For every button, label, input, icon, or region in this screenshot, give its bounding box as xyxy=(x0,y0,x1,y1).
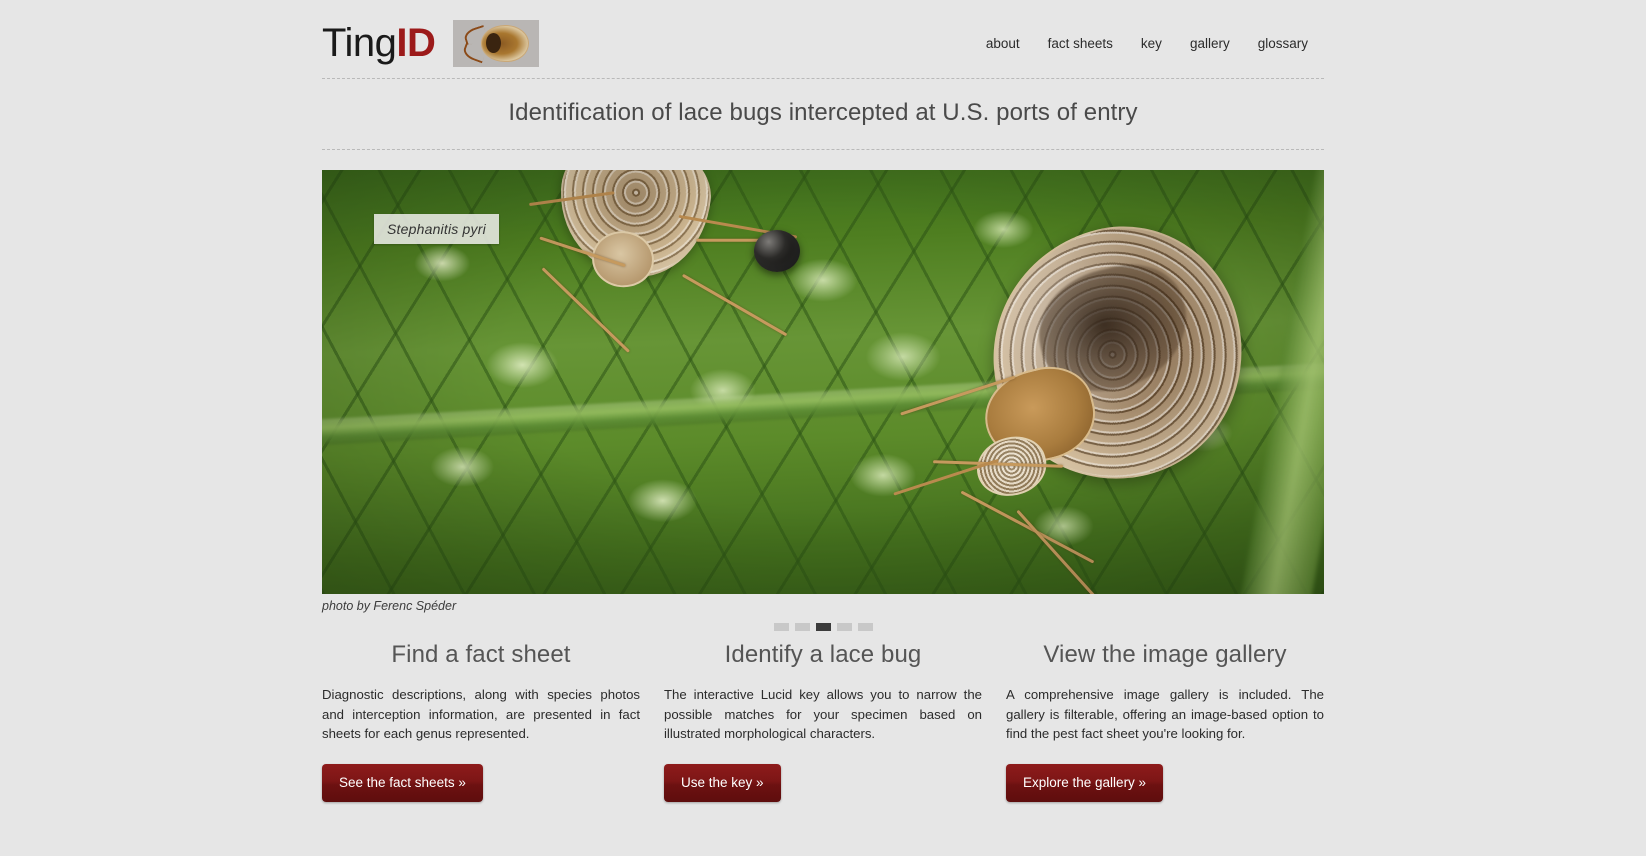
nav-item-gallery[interactable]: gallery xyxy=(1176,32,1244,55)
nav-item-fact-sheets[interactable]: fact sheets xyxy=(1034,32,1127,55)
feature-body-fact-sheets: Diagnostic descriptions, along with spec… xyxy=(322,687,640,741)
lace-bug-icon xyxy=(453,19,540,67)
feature-heading-gallery: View the image gallery xyxy=(1043,641,1287,668)
hero-slideshow[interactable]: Stephanitis pyri photo by Ferenc Spéder xyxy=(322,170,1324,631)
header-divider-bottom xyxy=(322,149,1324,150)
slideshow-dot-2[interactable] xyxy=(794,623,810,631)
page-root: TingID about fact sheets key gallery glo… xyxy=(0,0,1646,856)
feature-columns: Find a fact sheet Diagnostic description… xyxy=(322,641,1324,802)
nav-item-glossary[interactable]: glossary xyxy=(1244,32,1322,55)
main-navigation[interactable]: about fact sheets key gallery glossary xyxy=(972,32,1324,55)
species-name-label: Stephanitis pyri xyxy=(374,214,499,244)
content-wrapper: TingID about fact sheets key gallery glo… xyxy=(322,0,1324,802)
feature-column-gallery: View the image gallery A comprehensive i… xyxy=(1006,641,1324,802)
hero-image[interactable]: Stephanitis pyri xyxy=(322,170,1324,594)
nav-item-about[interactable]: about xyxy=(972,32,1034,55)
site-tagline: Identification of lace bugs intercepted … xyxy=(508,99,1138,126)
slideshow-dot-3[interactable] xyxy=(815,623,831,631)
feature-column-fact-sheets: Find a fact sheet Diagnostic description… xyxy=(322,641,640,802)
feature-heading-fact-sheets: Find a fact sheet xyxy=(391,641,571,668)
logo-accent-text: ID xyxy=(396,21,436,65)
slideshow-dot-1[interactable] xyxy=(773,623,789,631)
explore-gallery-button[interactable]: Explore the gallery » xyxy=(1006,763,1164,802)
feature-column-key: Identify a lace bug The interactive Luci… xyxy=(664,641,982,802)
use-the-key-button[interactable]: Use the key » xyxy=(664,763,781,802)
nav-item-key[interactable]: key xyxy=(1127,32,1176,55)
slideshow-dot-5[interactable] xyxy=(857,623,873,631)
lace-bug-icon-thorax xyxy=(486,32,502,53)
site-logo[interactable]: TingID xyxy=(322,21,436,65)
logo-primary-text: Ting xyxy=(322,21,397,65)
site-header: TingID about fact sheets key gallery glo… xyxy=(322,0,1324,78)
feature-body-gallery: A comprehensive image gallery is include… xyxy=(1006,687,1324,741)
slideshow-pagination[interactable] xyxy=(322,623,1324,631)
slideshow-dot-4[interactable] xyxy=(836,623,852,631)
feature-heading-key: Identify a lace bug xyxy=(724,641,922,668)
see-fact-sheets-button[interactable]: See the fact sheets » xyxy=(322,763,483,802)
photo-credit: photo by Ferenc Spéder xyxy=(322,599,457,613)
feature-body-key: The interactive Lucid key allows you to … xyxy=(664,687,982,741)
brand-block[interactable]: TingID xyxy=(322,19,540,67)
